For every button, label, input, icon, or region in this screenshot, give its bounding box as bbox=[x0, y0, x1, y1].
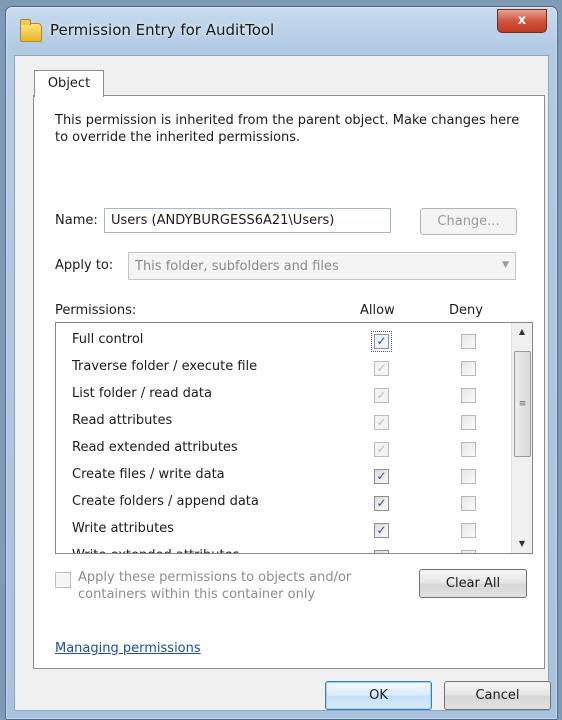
apply-children-checkbox[interactable] bbox=[55, 572, 71, 588]
dialog-client-area: Object This permission is inherited from… bbox=[14, 55, 551, 711]
chevron-down-icon: ▼ bbox=[502, 260, 509, 270]
allow-checkbox[interactable]: ✓ bbox=[374, 442, 389, 457]
permission-row: Create files / write data ✓ bbox=[56, 463, 511, 490]
close-icon: x bbox=[517, 13, 527, 28]
deny-checkbox[interactable] bbox=[461, 361, 476, 376]
change-button[interactable]: Change... bbox=[420, 208, 517, 235]
allow-checkbox[interactable]: ✓ bbox=[374, 469, 389, 484]
permission-name: Write extended attributes bbox=[72, 548, 239, 553]
permission-name: Full control bbox=[72, 332, 144, 347]
window-title: Permission Entry for AuditTool bbox=[50, 21, 275, 39]
allow-checkbox[interactable]: ✓ bbox=[374, 388, 389, 403]
apply-children-label: Apply these permissions to objects and/o… bbox=[78, 570, 352, 602]
permission-row: Full control ✓ bbox=[56, 328, 511, 355]
scroll-up-arrow-icon[interactable]: ▲ bbox=[512, 323, 532, 341]
permission-entry-dialog: Permission Entry for AuditTool x Object … bbox=[5, 6, 558, 720]
apply-to-value: This folder, subfolders and files bbox=[135, 259, 339, 274]
ok-button[interactable]: OK bbox=[325, 681, 432, 710]
allow-checkbox[interactable]: ✓ bbox=[374, 361, 389, 376]
permission-name: Create folders / append data bbox=[72, 494, 259, 509]
managing-permissions-link[interactable]: Managing permissions bbox=[55, 641, 201, 656]
permission-name: List folder / read data bbox=[72, 386, 212, 401]
deny-checkbox[interactable] bbox=[461, 388, 476, 403]
deny-column-header: Deny bbox=[449, 303, 483, 318]
description-text: This permission is inherited from the pa… bbox=[55, 113, 520, 145]
clear-all-button[interactable]: Clear All bbox=[419, 569, 527, 598]
permission-name: Read attributes bbox=[72, 413, 173, 428]
allow-checkbox[interactable]: ✓ bbox=[374, 523, 389, 538]
permission-name: Traverse folder / execute file bbox=[72, 359, 258, 374]
permission-row: Read extended attributes ✓ bbox=[56, 436, 511, 463]
allow-checkbox[interactable]: ✓ bbox=[371, 331, 392, 352]
scroll-thumb[interactable]: ≡ bbox=[514, 351, 531, 457]
deny-checkbox[interactable] bbox=[461, 334, 476, 349]
deny-checkbox[interactable] bbox=[461, 550, 476, 553]
permission-row: List folder / read data ✓ bbox=[56, 382, 511, 409]
permissions-label: Permissions: bbox=[55, 303, 137, 318]
title-bar[interactable]: Permission Entry for AuditTool x bbox=[6, 7, 557, 55]
deny-checkbox[interactable] bbox=[461, 442, 476, 457]
permissions-scrollbar[interactable]: ▲ ≡ ▼ bbox=[511, 323, 532, 553]
allow-column-header: Allow bbox=[360, 303, 395, 318]
deny-checkbox[interactable] bbox=[461, 415, 476, 430]
permissions-list[interactable]: Full control ✓ Traverse folder / execute f… bbox=[55, 322, 533, 554]
permission-row: Create folders / append data ✓ bbox=[56, 490, 511, 517]
allow-checkbox[interactable]: ✓ bbox=[374, 550, 389, 553]
deny-checkbox[interactable] bbox=[461, 469, 476, 484]
name-label: Name: bbox=[55, 213, 98, 228]
cancel-button[interactable]: Cancel bbox=[444, 681, 551, 710]
permission-row: Write extended attributes ✓ bbox=[56, 544, 511, 553]
permission-row: Write attributes ✓ bbox=[56, 517, 511, 544]
folder-icon bbox=[20, 19, 42, 42]
allow-checkbox[interactable]: ✓ bbox=[374, 496, 389, 511]
scroll-down-arrow-icon[interactable]: ▼ bbox=[512, 535, 532, 553]
close-button[interactable]: x bbox=[497, 9, 547, 33]
tab-object[interactable]: Object bbox=[34, 70, 104, 97]
permission-name: Write attributes bbox=[72, 521, 174, 536]
allow-checkbox[interactable]: ✓ bbox=[374, 415, 389, 430]
apply-to-dropdown[interactable]: This folder, subfolders and files ▼ bbox=[128, 252, 516, 280]
name-field[interactable]: Users (ANDYBURGESS6A21\Users) bbox=[104, 208, 391, 233]
permission-row: Read attributes ✓ bbox=[56, 409, 511, 436]
object-tab-panel: This permission is inherited from the pa… bbox=[33, 95, 545, 669]
permission-row: Traverse folder / execute file ✓ bbox=[56, 355, 511, 382]
permission-name: Create files / write data bbox=[72, 467, 225, 482]
deny-checkbox[interactable] bbox=[461, 523, 476, 538]
apply-to-label: Apply to: bbox=[55, 258, 114, 273]
permission-name: Read extended attributes bbox=[72, 440, 238, 455]
deny-checkbox[interactable] bbox=[461, 496, 476, 511]
